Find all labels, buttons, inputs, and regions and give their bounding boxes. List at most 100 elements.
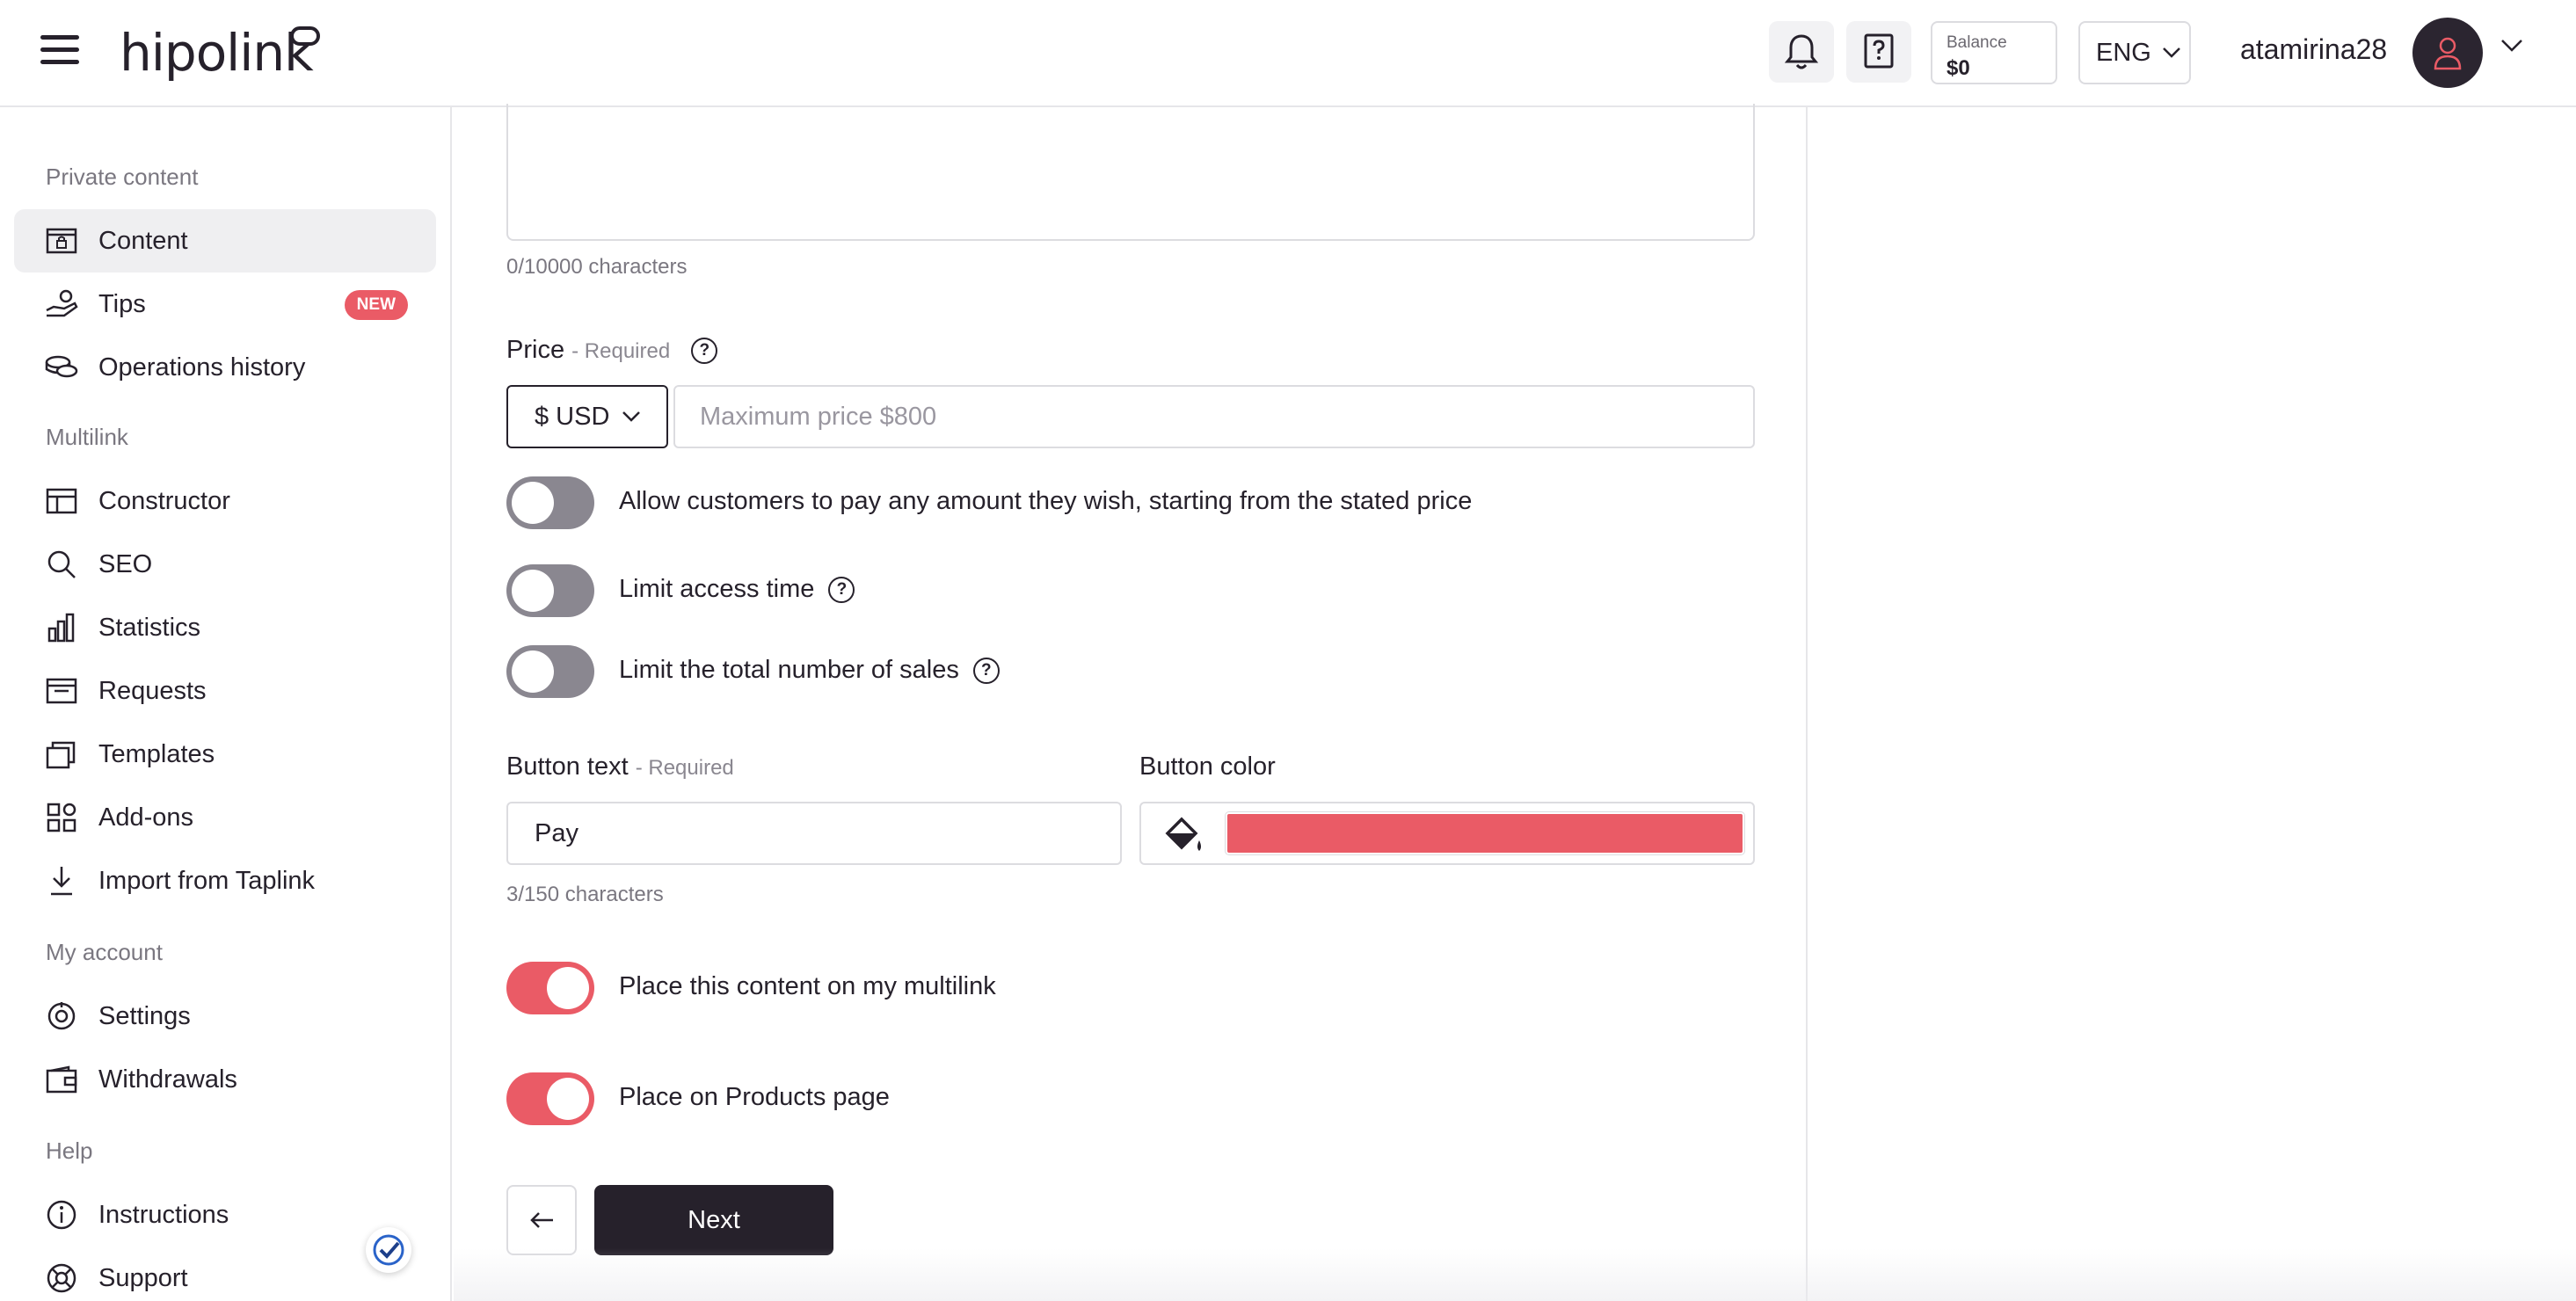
sidebar-item-label: Content (98, 226, 188, 255)
lifebuoy-icon (44, 1261, 79, 1296)
arrow-left-icon (530, 1212, 553, 1228)
sidebar-item-withdrawals[interactable]: Withdrawals (14, 1048, 436, 1111)
section-title-help: Help (46, 1137, 93, 1164)
limit-sales-help-icon[interactable]: ? (972, 657, 1000, 684)
sidebar-item-label: Import from Taplink (98, 866, 316, 895)
language-value: ENG (2096, 38, 2151, 67)
sidebar-item-label: Constructor (98, 486, 230, 515)
toggle-label-row-limit-sales: Limit the total number of sales ? (619, 656, 1000, 685)
notifications-button[interactable] (1769, 21, 1834, 83)
paint-bucket-icon (1165, 817, 1201, 851)
user-menu-chevron-icon[interactable] (2500, 39, 2523, 53)
sidebar-item-label: Instructions (98, 1200, 229, 1229)
price-help-icon[interactable]: ? (691, 338, 718, 365)
sidebar-item-label: Add-ons (98, 803, 194, 832)
sidebar-item-statistics[interactable]: Statistics (14, 596, 436, 659)
sidebar-item-label: Support (98, 1263, 188, 1292)
sidebar-item-label: Requests (98, 676, 207, 705)
sidebar-item-label: Templates (98, 739, 215, 768)
sidebar-item-label: SEO (98, 549, 153, 578)
button-text-counter: 3/150 characters (506, 883, 664, 906)
user-icon (2434, 37, 2462, 70)
sidebar-item-label: Tips (98, 289, 146, 318)
toggle-place-on-multilink[interactable] (506, 962, 594, 1014)
button-color-picker[interactable] (1139, 802, 1755, 865)
sidebar: Private content Content Tips NEW Operati… (0, 107, 452, 1301)
content-form: 0/10000 characters Price - Required ? $ … (454, 104, 1808, 1301)
logo-mark-icon (290, 26, 320, 46)
toggle-label-place-on-multilink: Place this content on my multilink (619, 972, 996, 1000)
sidebar-item-add-ons[interactable]: Add-ons (14, 786, 436, 849)
sidebar-item-label: Withdrawals (98, 1065, 237, 1094)
language-select[interactable]: ENG (2078, 21, 2191, 84)
price-input[interactable] (673, 385, 1755, 448)
balance-value: $0 (1947, 56, 1970, 80)
sidebar-item-tips[interactable]: Tips NEW (14, 273, 436, 336)
sidebar-item-settings[interactable]: Settings (14, 985, 436, 1048)
sidebar-item-import-from-taplink[interactable]: Import from Taplink (14, 849, 436, 912)
templates-icon (44, 737, 79, 772)
hand-coins-icon (44, 287, 79, 322)
section-title-private-content: Private content (46, 164, 199, 190)
verified-check-icon[interactable] (366, 1227, 411, 1273)
toggle-pay-any-amount[interactable] (506, 476, 594, 529)
logo[interactable]: hipolink (120, 23, 314, 83)
sidebar-item-label: Settings (98, 1001, 191, 1030)
toggle-label-limit-sales: Limit the total number of sales (619, 656, 959, 684)
toggle-label-limit-access-time: Limit access time (619, 575, 815, 603)
sidebar-item-operations-history[interactable]: Operations history (14, 336, 436, 399)
search-icon (44, 547, 79, 582)
sidebar-item-seo[interactable]: SEO (14, 533, 436, 596)
toggle-label-place-on-products: Place on Products page (619, 1083, 890, 1111)
section-title-multilink: Multilink (46, 424, 128, 450)
toggle-place-on-products[interactable] (506, 1072, 594, 1125)
price-label: Price (506, 336, 565, 364)
sidebar-item-templates[interactable]: Templates (14, 723, 436, 786)
avatar[interactable] (2412, 18, 2483, 88)
lock-box-icon (44, 223, 79, 258)
layout-icon (44, 483, 79, 519)
toggle-label-row-limit-access-time: Limit access time ? (619, 575, 855, 604)
currency-select[interactable]: $ USD (506, 385, 668, 448)
username[interactable]: atamirina28 (2240, 33, 2387, 66)
button-color-label: Button color (1139, 752, 1276, 781)
help-book-button[interactable] (1846, 21, 1911, 83)
inbox-icon (44, 673, 79, 709)
toggle-limit-access-time[interactable] (506, 564, 594, 617)
currency-value: $ USD (535, 402, 610, 431)
limit-access-help-icon[interactable]: ? (828, 576, 855, 603)
bar-chart-icon (44, 610, 79, 645)
section-title-my-account: My account (46, 939, 163, 965)
description-textarea[interactable] (506, 104, 1755, 241)
menu-icon[interactable] (40, 35, 79, 67)
sidebar-item-requests[interactable]: Requests (14, 659, 436, 723)
coins-icon (44, 350, 79, 385)
chevron-down-icon (622, 411, 641, 422)
bell-icon (1784, 34, 1819, 69)
info-icon (44, 1197, 79, 1232)
description-counter: 0/10000 characters (506, 255, 688, 279)
addons-icon (44, 800, 79, 835)
toggle-label-pay-any-amount: Allow customers to pay any amount they w… (619, 487, 1473, 515)
price-required: - Required (571, 339, 671, 363)
wallet-icon (44, 1062, 79, 1097)
top-header: hipolink Balance $0 ENG atamirina28 (0, 0, 2576, 107)
new-badge: NEW (344, 290, 408, 320)
sidebar-item-label: Statistics (98, 613, 201, 642)
help-book-icon (1864, 33, 1894, 69)
button-text-input[interactable] (506, 802, 1122, 865)
chevron-down-icon (2162, 47, 2180, 58)
back-button[interactable] (506, 1185, 577, 1255)
button-text-label-row: Button text - Required (506, 752, 734, 781)
sidebar-item-constructor[interactable]: Constructor (14, 469, 436, 533)
download-icon (44, 863, 79, 898)
sidebar-item-label: Operations history (98, 353, 306, 382)
balance-label: Balance (1947, 33, 2007, 52)
next-button[interactable]: Next (594, 1185, 833, 1255)
button-text-required: - Required (635, 756, 734, 780)
balance-widget[interactable]: Balance $0 (1931, 21, 2057, 84)
button-text-label: Button text (506, 752, 629, 781)
sidebar-item-content[interactable]: Content (14, 209, 436, 273)
toggle-limit-sales[interactable] (506, 645, 594, 698)
button-color-swatch[interactable] (1226, 812, 1744, 854)
